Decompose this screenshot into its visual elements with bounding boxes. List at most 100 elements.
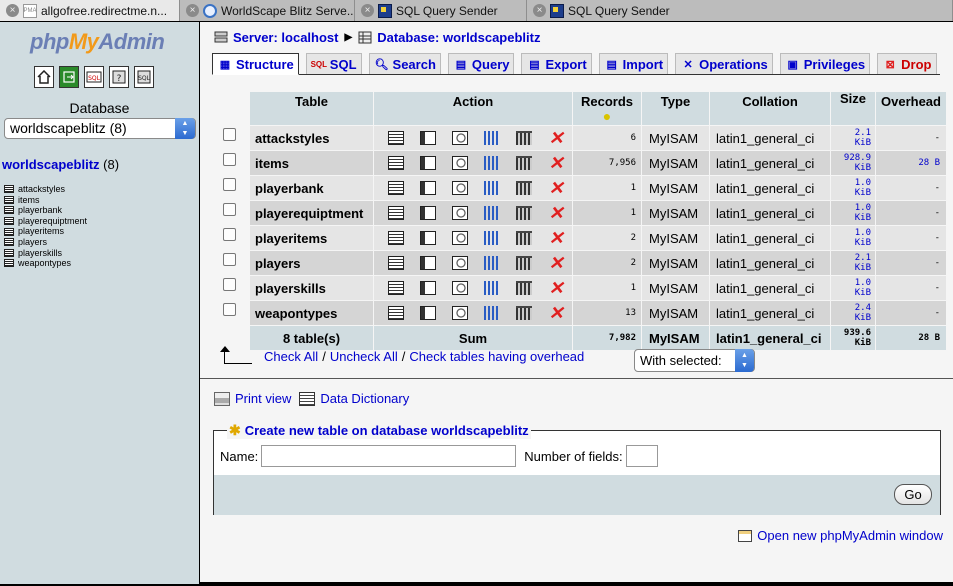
tab-operations[interactable]: ✕ Operations bbox=[675, 53, 773, 74]
table-icon[interactable] bbox=[4, 195, 14, 204]
sidebar-table-item[interactable]: attackstyles bbox=[4, 184, 87, 195]
tab-sql[interactable]: SQL SQL bbox=[305, 53, 362, 74]
sidebar-table-item[interactable]: items bbox=[4, 195, 87, 206]
tab-structure[interactable]: ▦ Structure bbox=[212, 53, 299, 75]
row-checkbox[interactable] bbox=[223, 128, 236, 141]
browser-tab-worldscape[interactable]: × WorldScape Blitz Serve... bbox=[180, 0, 355, 21]
insert-icon[interactable] bbox=[484, 256, 500, 270]
empty-table-icon[interactable] bbox=[516, 181, 532, 195]
row-checkbox[interactable] bbox=[223, 203, 236, 216]
sidebar-table-item[interactable]: playerequiptment bbox=[4, 216, 87, 227]
row-checkbox[interactable] bbox=[223, 278, 236, 291]
row-checkbox[interactable] bbox=[223, 153, 236, 166]
structure-icon[interactable] bbox=[420, 131, 436, 145]
header-table[interactable]: Table bbox=[250, 92, 373, 125]
sidebar-table-item[interactable]: playerbank bbox=[4, 205, 87, 216]
structure-icon[interactable] bbox=[420, 231, 436, 245]
size-link[interactable]: 2.1 KiB bbox=[831, 251, 875, 275]
table-name-link[interactable]: playerbank bbox=[250, 176, 373, 200]
search-icon[interactable] bbox=[452, 281, 468, 295]
table-icon[interactable] bbox=[4, 185, 14, 194]
tab-query[interactable]: ▤ Query bbox=[447, 53, 515, 74]
drop-table-icon[interactable]: ✕ bbox=[548, 154, 564, 172]
empty-table-icon[interactable] bbox=[516, 281, 532, 295]
sidebar-table-item[interactable]: players bbox=[4, 237, 87, 248]
tab-search[interactable]: 🔍︎ Search bbox=[368, 53, 441, 74]
table-name-link[interactable]: weapontypes bbox=[250, 301, 373, 325]
search-icon[interactable] bbox=[452, 306, 468, 320]
browse-icon[interactable] bbox=[388, 206, 404, 220]
structure-icon[interactable] bbox=[420, 181, 436, 195]
size-link[interactable]: 1.0 KiB bbox=[831, 176, 875, 200]
size-link[interactable]: 2.4 KiB bbox=[831, 301, 875, 325]
table-name-input[interactable] bbox=[261, 445, 517, 467]
sidebar-db-link[interactable]: worldscapeblitz bbox=[2, 157, 100, 172]
browse-icon[interactable] bbox=[388, 256, 404, 270]
table-icon[interactable] bbox=[4, 227, 14, 236]
empty-table-icon[interactable] bbox=[516, 156, 532, 170]
browse-icon[interactable] bbox=[388, 306, 404, 320]
exit-icon[interactable] bbox=[59, 66, 79, 88]
structure-icon[interactable] bbox=[420, 156, 436, 170]
database-select[interactable]: worldscapeblitz (8) ▲ ▼ bbox=[4, 118, 196, 139]
empty-table-icon[interactable] bbox=[516, 131, 532, 145]
browser-tab-sql-sender-1[interactable]: × SQL Query Sender bbox=[355, 0, 527, 21]
hint-bulb-icon[interactable]: ● bbox=[603, 108, 611, 124]
close-tab-icon[interactable]: × bbox=[361, 4, 374, 17]
insert-icon[interactable] bbox=[484, 231, 500, 245]
drop-table-icon[interactable]: ✕ bbox=[548, 304, 564, 322]
open-new-window-link[interactable]: Open new phpMyAdmin window bbox=[757, 528, 943, 543]
empty-table-icon[interactable] bbox=[516, 306, 532, 320]
table-name-link[interactable]: playerequiptment bbox=[250, 201, 373, 225]
browse-icon[interactable] bbox=[388, 131, 404, 145]
overhead-value[interactable]: 28 B bbox=[876, 151, 946, 175]
size-link[interactable]: 1.0 KiB bbox=[831, 276, 875, 300]
size-link[interactable]: 2.1 KiB bbox=[831, 126, 875, 150]
query-window-icon[interactable]: ? bbox=[109, 66, 129, 88]
sidebar-table-item[interactable]: weapontypes bbox=[4, 258, 87, 269]
empty-table-icon[interactable] bbox=[516, 206, 532, 220]
tab-import[interactable]: ▤ Import bbox=[598, 53, 669, 74]
browser-tab-phpmyadmin[interactable]: × PMA allgofree.redirectme.n... bbox=[0, 0, 180, 21]
size-link[interactable]: 1.0 KiB bbox=[831, 226, 875, 250]
insert-icon[interactable] bbox=[484, 281, 500, 295]
empty-table-icon[interactable] bbox=[516, 231, 532, 245]
browser-tab-sql-sender-2[interactable]: × SQL Query Sender bbox=[527, 0, 953, 21]
drop-table-icon[interactable]: ✕ bbox=[548, 129, 564, 147]
insert-icon[interactable] bbox=[484, 181, 500, 195]
close-tab-icon[interactable]: × bbox=[533, 4, 546, 17]
size-link[interactable]: 1.0 KiB bbox=[831, 201, 875, 225]
tab-export[interactable]: ▤ Export bbox=[521, 53, 592, 74]
search-icon[interactable] bbox=[452, 256, 468, 270]
structure-icon[interactable] bbox=[420, 206, 436, 220]
insert-icon[interactable] bbox=[484, 306, 500, 320]
breadcrumb-database-link[interactable]: Database: worldscapeblitz bbox=[377, 30, 540, 45]
browse-icon[interactable] bbox=[388, 181, 404, 195]
close-tab-icon[interactable]: × bbox=[186, 4, 199, 17]
home-icon[interactable] bbox=[34, 66, 54, 88]
tab-drop[interactable]: ⊠ Drop bbox=[877, 53, 937, 74]
insert-icon[interactable] bbox=[484, 131, 500, 145]
search-icon[interactable] bbox=[452, 206, 468, 220]
sidebar-table-item[interactable]: playerskills bbox=[4, 248, 87, 259]
row-checkbox[interactable] bbox=[223, 253, 236, 266]
table-name-link[interactable]: playeritems bbox=[250, 226, 373, 250]
browse-icon[interactable] bbox=[388, 156, 404, 170]
docs-icon[interactable]: SQL bbox=[134, 66, 154, 88]
tab-privileges[interactable]: ▣ Privileges bbox=[779, 53, 871, 74]
with-selected-select[interactable]: With selected: ▲ ▼ bbox=[634, 349, 755, 372]
insert-icon[interactable] bbox=[484, 156, 500, 170]
table-name-link[interactable]: players bbox=[250, 251, 373, 275]
data-dictionary-link[interactable]: Data Dictionary bbox=[320, 391, 409, 406]
search-icon[interactable] bbox=[452, 156, 468, 170]
search-icon[interactable] bbox=[452, 181, 468, 195]
size-link[interactable]: 928.9 KiB bbox=[831, 151, 875, 175]
empty-table-icon[interactable] bbox=[516, 256, 532, 270]
phpmyadmin-logo[interactable]: phpMyAdmin bbox=[30, 29, 165, 55]
structure-icon[interactable] bbox=[420, 281, 436, 295]
go-button[interactable]: Go bbox=[894, 484, 932, 505]
drop-table-icon[interactable]: ✕ bbox=[548, 254, 564, 272]
browse-icon[interactable] bbox=[388, 231, 404, 245]
table-name-link[interactable]: playerskills bbox=[250, 276, 373, 300]
search-icon[interactable] bbox=[452, 231, 468, 245]
